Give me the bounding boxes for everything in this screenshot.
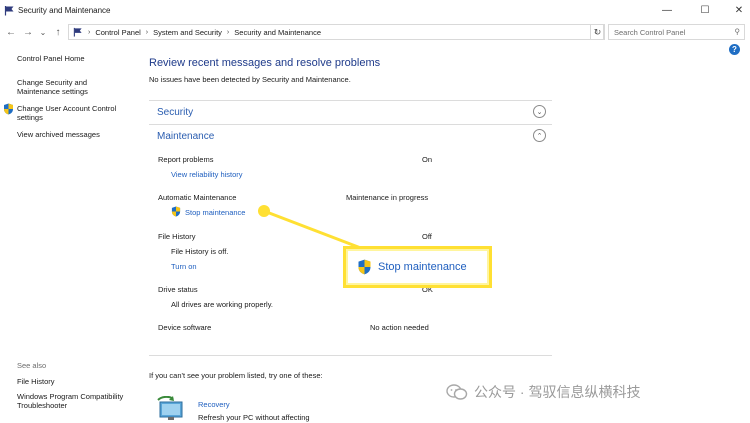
uac-shield-icon bbox=[358, 259, 371, 275]
callout-label: Stop maintenance bbox=[378, 261, 467, 273]
callout-stop-maintenance: Stop maintenance bbox=[343, 246, 492, 288]
callout-connector bbox=[258, 205, 367, 252]
watermark: 公众号 · 驾驭信息纵横科技 bbox=[446, 381, 640, 403]
watermark-text: 公众号 · 驾驭信息纵横科技 bbox=[474, 384, 641, 400]
wechat-icon bbox=[446, 384, 468, 400]
